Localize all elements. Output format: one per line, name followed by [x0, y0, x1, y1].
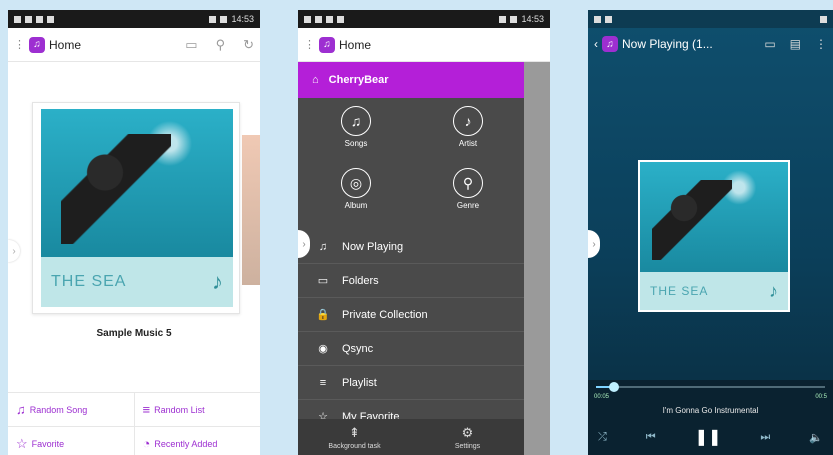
guitar-icon: ⚲ — [453, 168, 483, 198]
cast-icon[interactable]: ▭ — [764, 37, 775, 51]
album-cover: THE SEA ♪ — [41, 109, 233, 307]
home-screen: 14:53 ⋮ ♫ Home ▭ ⚲ ↻ THE SEA ♪ › Sample … — [8, 10, 260, 455]
music-note-icon: ♪ — [769, 280, 778, 301]
clock-icon: ◔ — [142, 436, 151, 451]
category-genre[interactable]: ⚲ Genre — [438, 168, 498, 210]
volume-icon[interactable]: 🔈 — [809, 431, 823, 444]
drawer-tab[interactable]: › — [8, 240, 20, 262]
artist-icon: ♪ — [453, 106, 483, 136]
pause-icon[interactable]: ❚❚ — [695, 427, 722, 447]
drawer-icon[interactable]: ⋮ — [14, 38, 25, 51]
category-songs[interactable]: ♫ Songs — [326, 106, 386, 148]
total-time: 00:5 — [815, 394, 827, 400]
status-bar: 14:53 — [298, 10, 550, 28]
recently-added-button[interactable]: ◔ Recently Added — [133, 427, 261, 455]
folder-icon: ▭ — [317, 275, 329, 287]
page-title: Home — [339, 37, 372, 52]
status-bar: 14:53 — [8, 10, 260, 28]
category-artist[interactable]: ♪ Artist — [438, 106, 498, 148]
page-title: Now Playing (1... — [622, 37, 713, 51]
menu-item-qsync[interactable]: ◉ Qsync — [298, 332, 524, 366]
album-caption: Sample Music 5 — [96, 328, 172, 339]
album-icon: ◎ — [341, 168, 371, 198]
upload-icon: ⇞ — [349, 424, 360, 440]
music-icon: ♫ — [341, 106, 371, 136]
status-time: 14:53 — [521, 14, 544, 24]
background-task-button[interactable]: ⇞ Background task — [298, 419, 411, 455]
previous-icon[interactable]: ⏮ — [646, 431, 656, 444]
status-bar — [588, 10, 833, 28]
drawer-menu: ♫ Now Playing ▭ Folders 🔒 Private Collectio… — [298, 230, 524, 434]
quick-actions: ♫ Random Song ≡ Random List ☆ Favorite ◔ Rec… — [8, 392, 260, 455]
favorite-button[interactable]: ☆ Favorite — [8, 427, 134, 455]
more-icon[interactable]: ⋮ — [815, 37, 827, 51]
drawer-icon[interactable]: ⋮ — [304, 38, 315, 51]
drawer-tab[interactable]: › — [588, 230, 600, 258]
gear-icon: ⚙ — [461, 424, 474, 440]
seek-bar[interactable] — [596, 382, 825, 392]
search-icon[interactable]: ⚲ — [216, 37, 226, 53]
app-bar: ⋮ ♫ Home — [298, 28, 550, 62]
app-logo-icon: ♫ — [319, 36, 335, 53]
music-icon: ♫ — [16, 402, 26, 417]
elapsed-time: 00:05 — [594, 394, 610, 400]
album-title: THE SEA — [650, 284, 709, 298]
music-note-icon: ♪ — [212, 269, 223, 294]
menu-item-playlist[interactable]: ≡ Playlist — [298, 366, 524, 400]
back-icon[interactable]: ‹ — [594, 37, 598, 51]
now-playing-screen: ‹ ♫ Now Playing (1... ▭ ▤ ⋮ THE SEA ♪ › … — [588, 10, 833, 455]
queue-icon[interactable]: ▤ — [790, 37, 801, 51]
page-title: Home — [49, 37, 82, 52]
seek-handle[interactable] — [609, 382, 620, 392]
album-cover: THE SEA ♪ — [638, 160, 790, 312]
list-icon: ≡ — [142, 402, 151, 417]
shuffle-icon[interactable]: ⤮ — [598, 431, 607, 444]
playlist-icon: ≡ — [319, 376, 327, 389]
drawer-header[interactable]: ⌂ CherryBear — [298, 62, 524, 98]
headphones-icon: ♫ — [318, 240, 328, 253]
app-logo-icon: ♫ — [602, 36, 618, 52]
refresh-icon[interactable]: ↻ — [243, 37, 254, 53]
nav-drawer: ⌂ CherryBear ♫ Songs ♪ Artist ◎ Album ⚲ Genr… — [298, 62, 524, 455]
lock-icon: 🔒 — [316, 309, 330, 321]
menu-item-folders[interactable]: ▭ Folders — [298, 264, 524, 298]
menu-item-now-playing[interactable]: ♫ Now Playing — [298, 230, 524, 264]
player-controls: 00:05 00:5 I'm Gonna Go Instrumental ⤮ ⏮… — [588, 380, 833, 455]
album-title: THE SEA — [51, 273, 127, 290]
drawer-footer: ⇞ Background task ⚙ Settings — [298, 419, 524, 455]
user-name: CherryBear — [328, 74, 389, 86]
sync-icon: ◉ — [318, 343, 328, 355]
home-icon: ⌂ — [312, 74, 319, 86]
settings-button[interactable]: ⚙ Settings — [411, 419, 524, 455]
app-logo-icon: ♫ — [29, 36, 45, 53]
random-song-button[interactable]: ♫ Random Song — [8, 393, 134, 426]
track-title: I'm Gonna Go Instrumental — [662, 406, 759, 415]
status-time: 14:53 — [231, 14, 254, 24]
dimmed-content[interactable] — [524, 62, 550, 455]
next-album-preview[interactable] — [242, 135, 260, 285]
category-grid: ♫ Songs ♪ Artist ◎ Album ⚲ Genre — [298, 98, 524, 230]
app-bar: ‹ ♫ Now Playing (1... ▭ ▤ ⋮ — [588, 28, 833, 60]
category-album[interactable]: ◎ Album — [326, 168, 386, 210]
album-card[interactable]: THE SEA ♪ — [32, 102, 240, 314]
random-list-button[interactable]: ≡ Random List — [133, 393, 261, 426]
app-bar: ⋮ ♫ Home ▭ ⚲ ↻ — [8, 28, 260, 62]
drawer-screen: 14:53 ⋮ ♫ Home ⌂ CherryBear ♫ Songs ♪ Arti… — [298, 10, 550, 455]
cast-icon[interactable]: ▭ — [185, 37, 197, 53]
star-icon: ☆ — [16, 435, 28, 451]
next-icon[interactable]: ⏭ — [760, 431, 770, 444]
menu-item-private-collection[interactable]: 🔒 Private Collection — [298, 298, 524, 332]
